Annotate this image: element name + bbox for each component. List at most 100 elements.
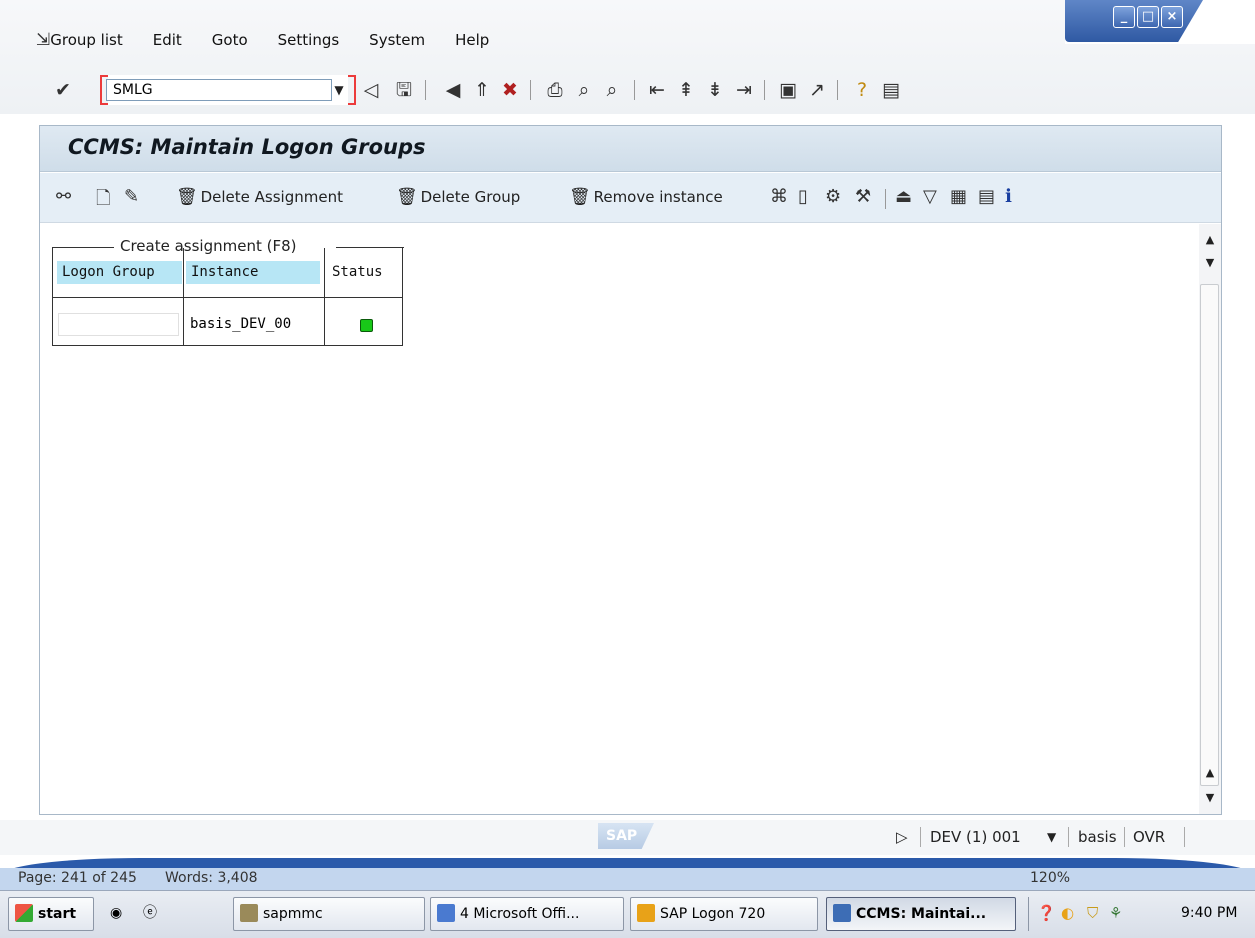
trash-icon: 🗑 [176, 187, 198, 207]
column-header-status[interactable]: Status [327, 261, 399, 284]
vertical-scrollbar[interactable]: ▲ ▼ ▲ ▼ [1199, 224, 1221, 814]
logon-group-input[interactable] [58, 313, 179, 336]
shortcut-icon[interactable]: ↗ [805, 79, 829, 101]
status-separator [1068, 827, 1069, 847]
remove-instance-button[interactable]: 🗑 Remove instance [569, 187, 723, 207]
help-tray-icon[interactable]: ❓ [1037, 904, 1056, 922]
change-pencil-icon[interactable]: ✎ [124, 186, 139, 207]
back-icon[interactable]: ◀ [441, 79, 465, 101]
find-icon[interactable]: ⌕ [572, 79, 596, 101]
menu-system[interactable]: System [369, 31, 425, 49]
taskbar-item-label: SAP Logon 720 [660, 906, 766, 922]
page-title: CCMS: Maintain Logon Groups [68, 135, 426, 159]
delete-assignment-label: Delete Assignment [200, 188, 343, 206]
quicklaunch-ie-icon[interactable]: ⓔ [137, 897, 167, 931]
table-border [52, 247, 114, 248]
taskbar-item-label: CCMS: Maintai... [856, 906, 987, 922]
scroll-down-icon[interactable]: ▼ [1203, 792, 1217, 804]
save-icon[interactable]: 🖫 [393, 79, 415, 101]
create-assignment-icon[interactable]: 🗋 [96, 186, 110, 216]
windows-logo-icon [15, 904, 33, 922]
layout-grid-icon[interactable]: ▦ [950, 186, 967, 207]
sap-logo: SAP [598, 823, 654, 849]
word-word-count: Words: 3,408 [165, 870, 258, 886]
sap-window-icon [833, 904, 851, 922]
previous-page-icon[interactable]: ⇞ [674, 79, 698, 101]
title-band: CCMS: Maintain Logon Groups [40, 126, 1221, 172]
taskbar-item-sap-logon[interactable]: SAP Logon 720 [630, 897, 818, 931]
help-icon[interactable]: ? [850, 79, 874, 101]
trash-icon: 🗑 [569, 187, 591, 207]
status-separator [920, 827, 921, 847]
layout-menu-icon[interactable]: ▤ [879, 79, 903, 101]
sort-icon[interactable]: ⏏ [895, 186, 912, 207]
menu-exit-icon[interactable]: ⇲ [36, 30, 50, 50]
exit-icon[interactable]: ⇑ [470, 79, 494, 101]
command-field[interactable]: SMLG [106, 79, 332, 101]
delete-assignment-button[interactable]: 🗑 Delete Assignment [176, 187, 343, 207]
find-next-icon[interactable]: ⌕ [600, 79, 624, 101]
word-page-count: Page: 241 of 245 [18, 870, 137, 886]
menu-edit[interactable]: Edit [153, 31, 182, 49]
load-distribution-icon[interactable]: ⚙ [825, 186, 841, 207]
details-icon[interactable]: ▯ [798, 186, 808, 207]
toolbar-separator [764, 80, 765, 100]
scroll-down-icon[interactable]: ▼ [1203, 257, 1217, 269]
menu-settings[interactable]: Settings [278, 31, 340, 49]
export-icon[interactable]: ▤ [978, 186, 995, 207]
network-icon[interactable]: ⌘ [770, 186, 788, 207]
start-button[interactable]: start [8, 897, 94, 931]
menu-group-list[interactable]: Group list [50, 31, 122, 49]
taskbar-item-word[interactable]: 4 Microsoft Offi... [430, 897, 624, 931]
enter-check-icon[interactable]: ✔ [52, 79, 74, 101]
minimize-button[interactable]: _ [1113, 6, 1135, 28]
instance-cell: basis_DEV_00 [190, 316, 292, 332]
menu-goto[interactable]: Goto [212, 31, 248, 49]
scroll-thumb[interactable] [1200, 284, 1219, 786]
network-tray-icon[interactable]: ⚘ [1109, 904, 1122, 922]
delete-group-button[interactable]: 🗑 Delete Group [396, 187, 520, 207]
sap-logon-icon [637, 904, 655, 922]
collapse-arrow-icon[interactable]: ◁ [362, 79, 380, 101]
display-change-icon[interactable]: ⚯ [56, 186, 71, 207]
user-name: basis [1078, 828, 1117, 846]
system-dropdown-icon[interactable]: ▼ [1047, 830, 1056, 844]
cancel-icon[interactable]: ✖ [498, 79, 522, 101]
taskbar-item-label: sapmmc [263, 906, 323, 922]
command-dropdown-icon[interactable]: ▼ [328, 79, 350, 101]
main-panel: CCMS: Maintain Logon Groups ⚯ 🗋 ✎ 🗑 Dele… [39, 125, 1222, 815]
close-button[interactable]: × [1161, 6, 1183, 28]
status-expand-icon[interactable]: ▷ [896, 828, 908, 846]
scroll-up-icon[interactable]: ▲ [1203, 767, 1217, 779]
table-divider [52, 297, 403, 298]
next-page-icon[interactable]: ⇟ [703, 79, 727, 101]
security-tray-icon[interactable]: ⛉ [1087, 904, 1098, 922]
menu-bar: ⇲ Group list Edit Goto Settings System H… [36, 27, 519, 53]
first-page-icon[interactable]: ⇤ [645, 79, 669, 101]
sap-tray-icon[interactable]: ◐ [1061, 904, 1074, 922]
info-icon[interactable]: ℹ [1005, 186, 1012, 207]
word-zoom-level: 120% [1030, 870, 1071, 886]
trash-icon: 🗑 [396, 187, 418, 207]
system-info: DEV (1) 001 [930, 828, 1021, 846]
remove-instance-label: Remove instance [593, 188, 723, 206]
menu-help[interactable]: Help [455, 31, 489, 49]
toolbar-separator [530, 80, 531, 100]
table-border [336, 247, 404, 248]
taskbar-item-sapmmc[interactable]: sapmmc [233, 897, 425, 931]
maximize-button[interactable]: □ [1137, 6, 1159, 28]
clock: 9:40 PM [1181, 905, 1238, 921]
filter-icon[interactable]: ▽ [923, 186, 937, 207]
print-icon[interactable]: ⎙ [543, 79, 567, 101]
new-session-icon[interactable]: ▣ [776, 79, 800, 101]
tooltip-create-assignment: Create assignment (F8) [118, 237, 299, 255]
tools-icon[interactable]: ⚒ [855, 186, 871, 207]
standard-toolbar: ✔ SMLG ▼ ◁ 🖫 ◀ ⇑ ✖ ⎙ ⌕ ⌕ ⇤ ⇞ ⇟ ⇥ ▣ ↗ ? ▤ [0, 70, 1040, 106]
scroll-up-icon[interactable]: ▲ [1203, 234, 1217, 246]
taskbar-item-ccms[interactable]: CCMS: Maintai... [826, 897, 1016, 931]
last-page-icon[interactable]: ⇥ [732, 79, 756, 101]
quicklaunch-browser-icon[interactable]: ◉ [104, 897, 134, 931]
column-header-logon-group[interactable]: Logon Group [57, 261, 182, 284]
column-header-instance[interactable]: Instance [186, 261, 320, 284]
start-label: start [38, 906, 77, 922]
